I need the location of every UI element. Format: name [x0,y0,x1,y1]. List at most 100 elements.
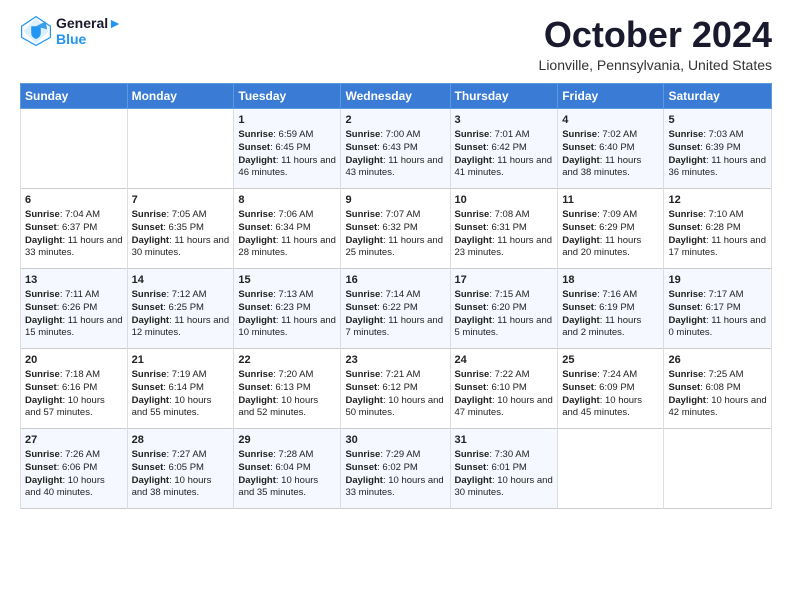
day-number: 22 [238,353,336,368]
day-number: 11 [562,193,659,208]
day-info: Sunset: 6:17 PM [668,302,767,315]
header-wednesday: Wednesday [341,83,450,108]
header-tuesday: Tuesday [234,83,341,108]
day-info: Sunrise: 7:17 AM [668,289,767,302]
day-info: Sunset: 6:09 PM [562,382,659,395]
day-info: Sunset: 6:02 PM [345,462,445,475]
day-info: Daylight: 11 hours and 38 minutes. [562,155,659,181]
day-info: Sunset: 6:28 PM [668,222,767,235]
day-info: Sunrise: 7:26 AM [25,449,123,462]
day-number: 19 [668,273,767,288]
calendar-cell: 28Sunrise: 7:27 AMSunset: 6:05 PMDayligh… [127,428,234,508]
day-info: Sunrise: 7:02 AM [562,129,659,142]
day-number: 13 [25,273,123,288]
day-info: Sunrise: 7:28 AM [238,449,336,462]
day-number: 28 [132,433,230,448]
day-info: Daylight: 11 hours and 15 minutes. [25,315,123,341]
day-info: Daylight: 11 hours and 28 minutes. [238,235,336,261]
day-info: Daylight: 11 hours and 7 minutes. [345,315,445,341]
day-number: 26 [668,353,767,368]
day-info: Sunset: 6:35 PM [132,222,230,235]
day-info: Sunset: 6:45 PM [238,142,336,155]
day-number: 27 [25,433,123,448]
day-info: Sunrise: 7:22 AM [455,369,554,382]
day-number: 4 [562,113,659,128]
calendar-cell [21,108,128,188]
day-info: Sunset: 6:42 PM [455,142,554,155]
day-info: Daylight: 11 hours and 41 minutes. [455,155,554,181]
day-info: Sunrise: 7:07 AM [345,209,445,222]
day-info: Daylight: 10 hours and 40 minutes. [25,475,123,501]
calendar-cell [127,108,234,188]
calendar-cell: 29Sunrise: 7:28 AMSunset: 6:04 PMDayligh… [234,428,341,508]
calendar-cell: 3Sunrise: 7:01 AMSunset: 6:42 PMDaylight… [450,108,558,188]
day-info: Sunset: 6:19 PM [562,302,659,315]
day-info: Daylight: 10 hours and 35 minutes. [238,475,336,501]
day-number: 30 [345,433,445,448]
day-info: Sunrise: 7:18 AM [25,369,123,382]
calendar-cell: 16Sunrise: 7:14 AMSunset: 6:22 PMDayligh… [341,268,450,348]
day-info: Daylight: 10 hours and 52 minutes. [238,395,336,421]
day-number: 31 [455,433,554,448]
day-info: Sunrise: 7:04 AM [25,209,123,222]
day-info: Daylight: 11 hours and 0 minutes. [668,315,767,341]
calendar-cell: 1Sunrise: 6:59 AMSunset: 6:45 PMDaylight… [234,108,341,188]
day-info: Daylight: 10 hours and 55 minutes. [132,395,230,421]
day-info: Sunset: 6:39 PM [668,142,767,155]
calendar-cell: 19Sunrise: 7:17 AMSunset: 6:17 PMDayligh… [664,268,772,348]
day-info: Sunset: 6:31 PM [455,222,554,235]
calendar-cell [664,428,772,508]
day-info: Sunrise: 7:24 AM [562,369,659,382]
day-info: Daylight: 11 hours and 17 minutes. [668,235,767,261]
header-saturday: Saturday [664,83,772,108]
calendar-page: General► Blue October 2024 Lionville, Pe… [0,0,792,612]
calendar-cell: 15Sunrise: 7:13 AMSunset: 6:23 PMDayligh… [234,268,341,348]
calendar-cell: 18Sunrise: 7:16 AMSunset: 6:19 PMDayligh… [558,268,664,348]
day-info: Sunrise: 7:15 AM [455,289,554,302]
day-info: Sunset: 6:22 PM [345,302,445,315]
day-info: Daylight: 11 hours and 43 minutes. [345,155,445,181]
header-friday: Friday [558,83,664,108]
day-info: Sunset: 6:40 PM [562,142,659,155]
day-info: Daylight: 11 hours and 25 minutes. [345,235,445,261]
day-info: Sunset: 6:34 PM [238,222,336,235]
calendar-cell: 4Sunrise: 7:02 AMSunset: 6:40 PMDaylight… [558,108,664,188]
day-info: Sunrise: 7:11 AM [25,289,123,302]
day-info: Sunset: 6:04 PM [238,462,336,475]
day-number: 17 [455,273,554,288]
day-number: 16 [345,273,445,288]
day-number: 15 [238,273,336,288]
logo: General► Blue [20,15,122,47]
day-info: Sunrise: 7:21 AM [345,369,445,382]
day-info: Sunrise: 7:29 AM [345,449,445,462]
day-info: Sunset: 6:12 PM [345,382,445,395]
calendar-cell: 23Sunrise: 7:21 AMSunset: 6:12 PMDayligh… [341,348,450,428]
day-info: Sunset: 6:08 PM [668,382,767,395]
day-info: Daylight: 11 hours and 5 minutes. [455,315,554,341]
header: General► Blue October 2024 Lionville, Pe… [20,15,772,73]
calendar-cell: 8Sunrise: 7:06 AMSunset: 6:34 PMDaylight… [234,188,341,268]
day-number: 21 [132,353,230,368]
day-info: Daylight: 11 hours and 2 minutes. [562,315,659,341]
day-info: Daylight: 11 hours and 12 minutes. [132,315,230,341]
day-info: Sunrise: 7:08 AM [455,209,554,222]
calendar-cell [558,428,664,508]
day-info: Daylight: 10 hours and 33 minutes. [345,475,445,501]
day-number: 9 [345,193,445,208]
location: Lionville, Pennsylvania, United States [539,57,772,73]
day-info: Sunset: 6:16 PM [25,382,123,395]
calendar-cell: 10Sunrise: 7:08 AMSunset: 6:31 PMDayligh… [450,188,558,268]
day-info: Sunset: 6:29 PM [562,222,659,235]
day-number: 7 [132,193,230,208]
day-number: 23 [345,353,445,368]
day-info: Daylight: 10 hours and 50 minutes. [345,395,445,421]
day-info: Sunrise: 7:27 AM [132,449,230,462]
day-number: 14 [132,273,230,288]
day-info: Sunrise: 7:16 AM [562,289,659,302]
day-info: Daylight: 11 hours and 46 minutes. [238,155,336,181]
header-sunday: Sunday [21,83,128,108]
day-info: Sunrise: 7:19 AM [132,369,230,382]
day-info: Sunrise: 7:14 AM [345,289,445,302]
day-info: Sunrise: 7:09 AM [562,209,659,222]
logo-icon [20,15,52,47]
